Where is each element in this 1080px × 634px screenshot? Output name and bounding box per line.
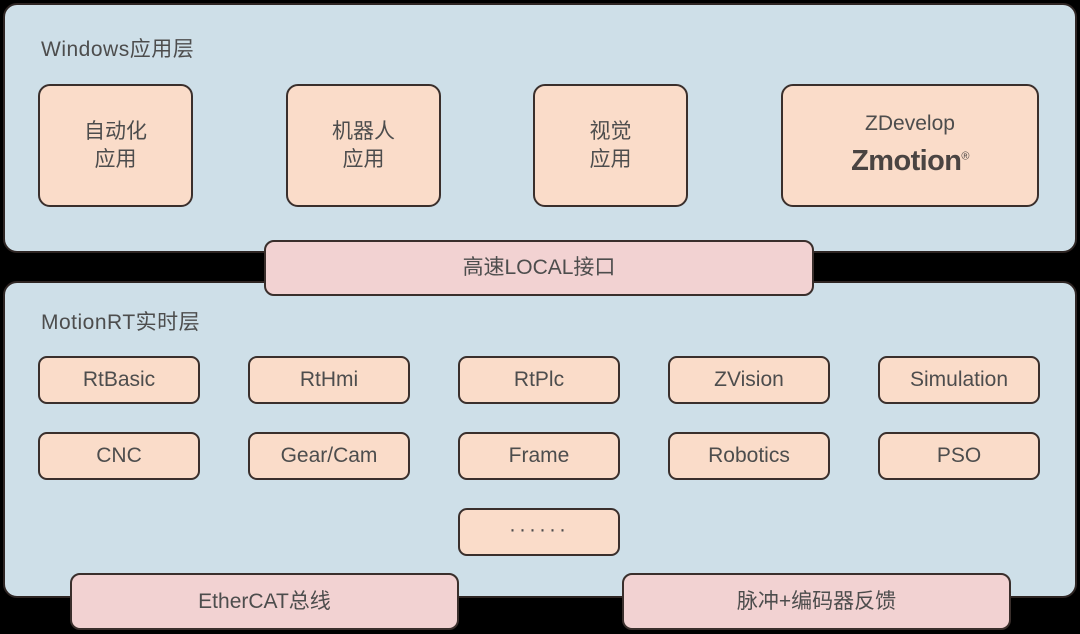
bus-bar-ethercat-label: EtherCAT总线 <box>198 589 331 613</box>
zdevelop-label: ZDevelop <box>865 112 955 135</box>
module-label: Simulation <box>909 368 1009 392</box>
app-box-zdevelop[interactable]: ZDevelop Zmotion® <box>781 84 1039 207</box>
motionrt-layer-title: MotionRT实时层 <box>41 311 201 334</box>
zdevelop-brand: ZDevelop Zmotion® <box>851 110 969 181</box>
registered-trademark-icon: ® <box>961 150 969 163</box>
module-label: Frame <box>508 444 570 468</box>
app-box-robot-label: 机器人 应用 <box>332 120 395 171</box>
ellipsis-icon: ······ <box>509 518 569 542</box>
windows-layer-title: Windows应用层 <box>41 38 195 61</box>
app-box-automation-label: 自动化 应用 <box>84 120 147 171</box>
module-label: CNC <box>96 444 142 468</box>
app-box-vision-label: 视觉 应用 <box>589 120 632 171</box>
module-box-simulation[interactable]: Simulation <box>878 356 1040 404</box>
local-interface-label: 高速LOCAL接口 <box>462 256 616 280</box>
module-box-rtbasic[interactable]: RtBasic <box>38 356 200 404</box>
module-label: RtHmi <box>299 368 359 392</box>
module-box-robotics[interactable]: Robotics <box>668 432 830 480</box>
module-label: ZVision <box>714 368 784 392</box>
module-label: RtBasic <box>82 368 156 392</box>
zmotion-logo: Zmotion® <box>851 143 969 181</box>
local-interface-connector[interactable]: 高速LOCAL接口 <box>264 240 814 296</box>
module-box-cnc[interactable]: CNC <box>38 432 200 480</box>
module-box-gear-cam[interactable]: Gear/Cam <box>248 432 410 480</box>
bus-bar-pulse-encoder[interactable]: 脉冲+编码器反馈 <box>622 573 1011 630</box>
module-box-frame[interactable]: Frame <box>458 432 620 480</box>
module-box-zvision[interactable]: ZVision <box>668 356 830 404</box>
app-box-automation[interactable]: 自动化 应用 <box>38 84 193 207</box>
app-box-vision[interactable]: 视觉 应用 <box>533 84 688 207</box>
bus-bar-ethercat[interactable]: EtherCAT总线 <box>70 573 459 630</box>
module-box-pso[interactable]: PSO <box>878 432 1040 480</box>
module-box-rthmi[interactable]: RtHmi <box>248 356 410 404</box>
bus-bar-pulse-encoder-label: 脉冲+编码器反馈 <box>736 589 897 613</box>
module-label: Gear/Cam <box>280 444 378 468</box>
module-box-rtplc[interactable]: RtPlc <box>458 356 620 404</box>
module-label: Robotics <box>708 444 790 468</box>
module-label: PSO <box>936 444 982 468</box>
module-label: RtPlc <box>513 368 565 392</box>
app-box-robot[interactable]: 机器人 应用 <box>286 84 441 207</box>
zmotion-logo-text: Zmotion <box>851 145 962 178</box>
module-box-more[interactable]: ······ <box>458 508 620 556</box>
